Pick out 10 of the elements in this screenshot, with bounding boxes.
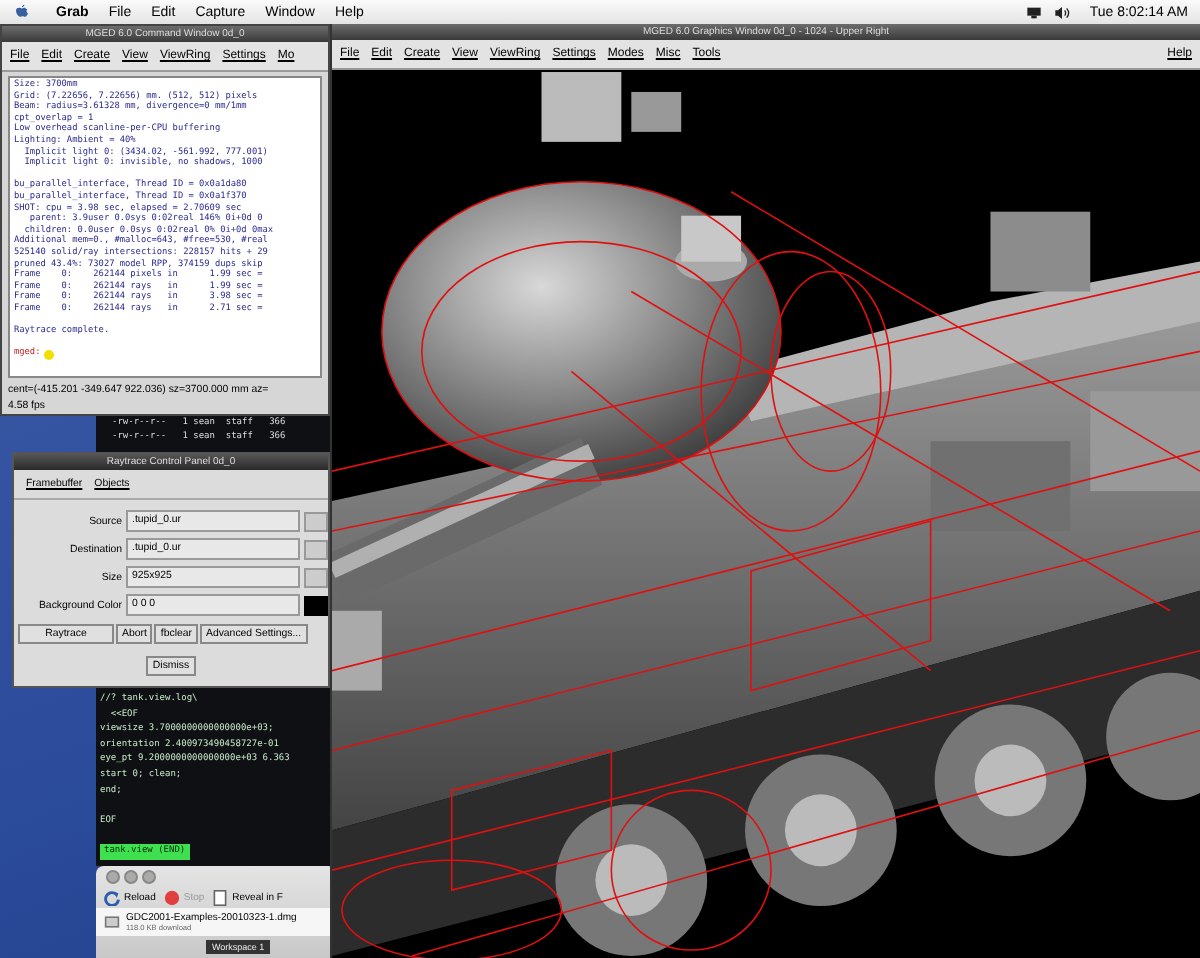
menu-button[interactable] [304, 511, 328, 531]
display-icon[interactable] [1025, 5, 1042, 19]
volume-icon[interactable] [1053, 5, 1070, 19]
color-swatch[interactable] [304, 595, 328, 615]
disk-image-icon [104, 914, 120, 930]
menu-button[interactable] [304, 539, 328, 559]
stop-icon [163, 890, 180, 906]
apple-logo-icon[interactable] [16, 4, 28, 20]
text-cursor [44, 349, 55, 360]
reload-icon [104, 890, 120, 906]
